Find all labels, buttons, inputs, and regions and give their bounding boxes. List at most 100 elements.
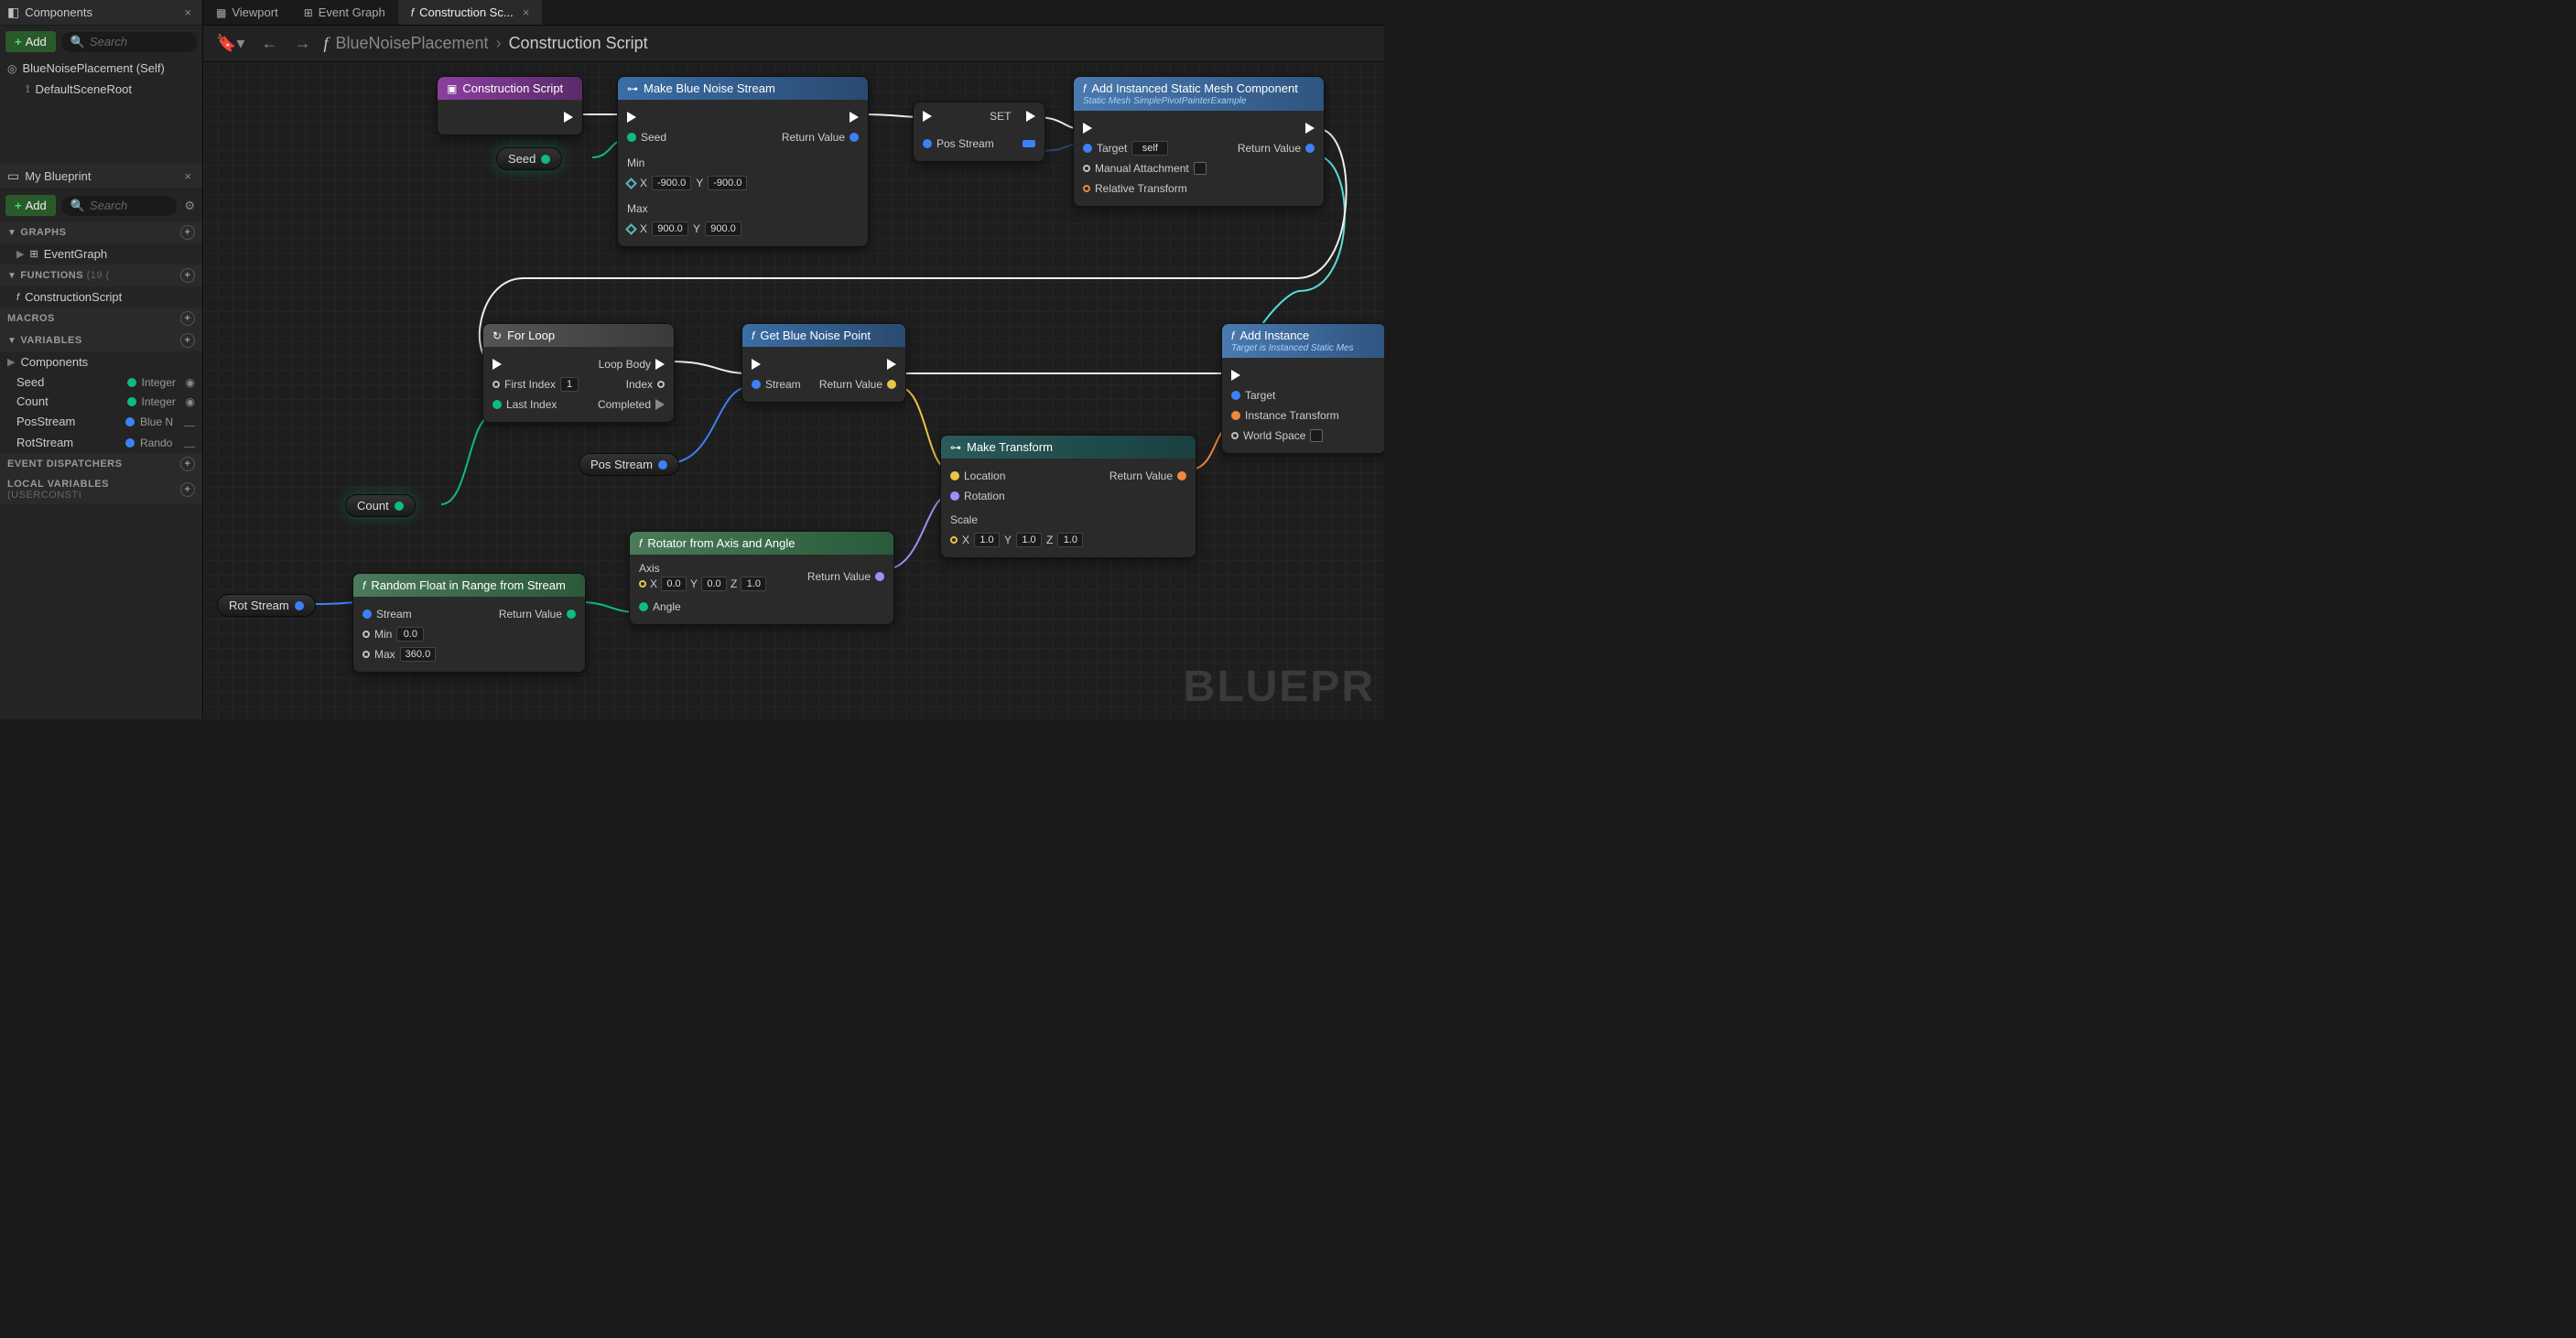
return-pin[interactable] [567, 610, 576, 619]
variable-rot-stream-node[interactable]: Rot Stream [217, 594, 316, 617]
exec-in-pin[interactable] [752, 359, 761, 370]
add-function-button[interactable]: + [180, 268, 195, 283]
back-button[interactable]: ← [257, 34, 281, 53]
rotation-pin[interactable] [950, 491, 959, 501]
add-graph-button[interactable]: + [180, 225, 195, 240]
axis-pin[interactable] [639, 580, 646, 588]
return-pin[interactable] [1305, 144, 1315, 153]
var-count[interactable]: CountInteger◉ [0, 392, 202, 411]
var-rot-stream[interactable]: RotStreamRando﹏ [0, 432, 202, 453]
pos-stream-pin-out[interactable] [1023, 140, 1035, 147]
tab-construction-script[interactable]: fConstruction Sc...× [398, 0, 543, 25]
node-for-loop[interactable]: ↻For Loop Loop Body First Index1 Index L… [482, 323, 675, 423]
completed-pin[interactable] [655, 399, 665, 410]
struct-pin[interactable] [625, 178, 637, 189]
node-make-transform[interactable]: ⊶Make Transform Location Return Value Ro… [940, 435, 1196, 558]
target-pin[interactable] [1231, 391, 1240, 400]
component-root[interactable]: ◎ BlueNoisePlacement (Self) [0, 58, 202, 79]
exec-in-pin[interactable] [492, 359, 502, 370]
forward-button[interactable]: → [290, 34, 314, 53]
return-pin[interactable] [887, 380, 896, 389]
add-variable-button[interactable]: + [180, 333, 195, 348]
scale-y-input[interactable]: 1.0 [1016, 533, 1042, 547]
world-space-pin[interactable] [1231, 432, 1239, 439]
close-icon[interactable]: × [523, 5, 530, 19]
eye-closed-icon[interactable]: ﹏ [184, 414, 195, 429]
return-pin[interactable] [850, 133, 859, 142]
loop-body-pin[interactable] [655, 359, 665, 370]
index-pin[interactable] [657, 381, 665, 388]
exec-out-pin[interactable] [850, 112, 859, 123]
add-component-button[interactable]: +Add [5, 31, 56, 52]
variable-seed-node[interactable]: Seed [496, 147, 562, 170]
node-random-float[interactable]: fRandom Float in Range from Stream Strea… [352, 573, 586, 673]
local-variables-section[interactable]: LOCAL VARIABLES (USERCONSTI + [0, 475, 202, 504]
eye-icon[interactable]: ◉ [186, 376, 195, 389]
node-make-blue-noise-stream[interactable]: ⊶Make Blue Noise Stream Seed Return Valu… [617, 76, 869, 247]
scale-x-input[interactable]: 1.0 [974, 533, 1000, 547]
variables-section[interactable]: ▼ VARIABLES + [0, 329, 202, 351]
event-graph-item[interactable]: ▶ ⊞ EventGraph [0, 243, 202, 264]
scale-z-input[interactable]: 1.0 [1057, 533, 1083, 547]
angle-pin[interactable] [639, 602, 648, 611]
graphs-section[interactable]: ▼ GRAPHS + [0, 221, 202, 243]
data-pin-out[interactable] [295, 601, 304, 610]
macros-section[interactable]: MACROS + [0, 308, 202, 329]
axis-y-input[interactable]: 0.0 [701, 577, 727, 591]
tab-event-graph[interactable]: ⊞Event Graph [291, 0, 398, 25]
min-pin[interactable] [363, 631, 370, 638]
exec-in-pin[interactable] [923, 111, 932, 122]
eye-icon[interactable]: ◉ [186, 395, 195, 408]
components-category[interactable]: ▶ Components [0, 351, 202, 372]
stream-pin[interactable] [363, 610, 372, 619]
add-local-var-button[interactable]: + [180, 482, 195, 497]
graph-canvas[interactable]: ▣Construction Script Seed ⊶Make Blue Noi… [203, 62, 1384, 719]
max-pin[interactable] [363, 651, 370, 658]
node-get-blue-noise-point[interactable]: fGet Blue Noise Point Stream Return Valu… [741, 323, 906, 403]
first-index-input[interactable]: 1 [560, 377, 579, 392]
struct-pin[interactable] [625, 223, 637, 235]
first-index-pin[interactable] [492, 381, 500, 388]
node-rotator-from-axis[interactable]: fRotator from Axis and Angle Axis X0.0 Y… [629, 531, 894, 625]
manual-checkbox[interactable] [1194, 162, 1207, 175]
eye-closed-icon[interactable]: ﹏ [184, 435, 195, 450]
target-pin[interactable] [1083, 144, 1092, 153]
last-index-pin[interactable] [492, 400, 502, 409]
min-input[interactable]: 0.0 [396, 627, 424, 642]
functions-section[interactable]: ▼ FUNCTIONS (19 ( + [0, 264, 202, 286]
manual-attach-pin[interactable] [1083, 165, 1090, 172]
node-add-instance[interactable]: fAdd Instance Target is Instanced Static… [1221, 323, 1384, 454]
add-macro-button[interactable]: + [180, 311, 195, 326]
blueprint-search[interactable]: 🔍Search [61, 196, 178, 216]
node-add-component[interactable]: fAdd Instanced Static Mesh Component Sta… [1073, 76, 1325, 207]
exec-in-pin[interactable] [1231, 370, 1240, 381]
seed-pin[interactable] [627, 133, 636, 142]
exec-in-pin[interactable] [1083, 123, 1092, 134]
event-dispatchers-section[interactable]: EVENT DISPATCHERS + [0, 453, 202, 475]
bookmark-button[interactable]: 🔖▾ [212, 34, 248, 53]
scale-pin[interactable] [950, 536, 958, 544]
pos-stream-pin-in[interactable] [923, 139, 932, 148]
return-pin[interactable] [875, 572, 884, 581]
close-icon[interactable]: × [180, 169, 195, 183]
add-dispatcher-button[interactable]: + [180, 457, 195, 471]
components-search[interactable]: 🔍Search [61, 32, 197, 52]
close-icon[interactable]: × [180, 5, 195, 19]
relative-transform-pin[interactable] [1083, 185, 1090, 192]
stream-pin[interactable] [752, 380, 761, 389]
construction-script-item[interactable]: f ConstructionScript [0, 286, 202, 308]
var-pos-stream[interactable]: PosStreamBlue N﹏ [0, 411, 202, 432]
var-seed[interactable]: SeedInteger◉ [0, 372, 202, 392]
exec-out-pin[interactable] [564, 112, 573, 123]
axis-x-input[interactable]: 0.0 [661, 577, 687, 591]
breadcrumb-blueprint[interactable]: BlueNoisePlacement [335, 34, 488, 53]
exec-in-pin[interactable] [627, 112, 636, 123]
exec-out-pin[interactable] [1026, 111, 1035, 122]
max-y-input[interactable]: 900.0 [705, 221, 741, 236]
tab-viewport[interactable]: ▦Viewport [203, 0, 291, 25]
node-set[interactable]: SET Pos Stream [913, 102, 1045, 162]
variable-pos-stream-node[interactable]: Pos Stream [579, 453, 679, 476]
gear-icon[interactable]: ⚙ [182, 197, 197, 215]
location-pin[interactable] [950, 471, 959, 480]
instance-transform-pin[interactable] [1231, 411, 1240, 420]
